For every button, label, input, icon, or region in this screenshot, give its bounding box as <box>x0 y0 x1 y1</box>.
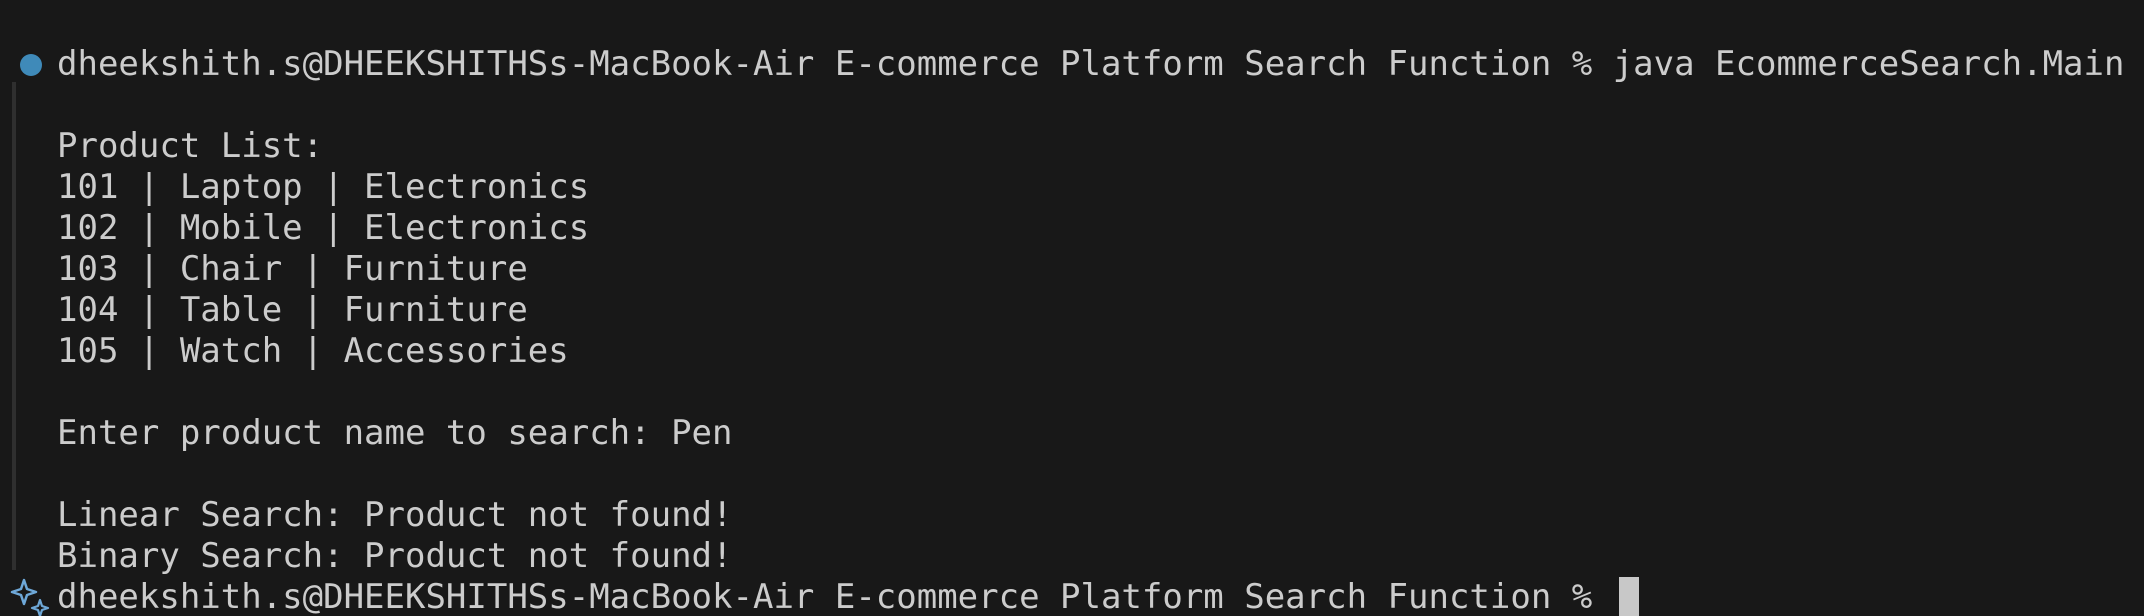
linear-search-result: Linear Search: Product not found! <box>57 495 733 535</box>
product-row: 102 | Mobile | Electronics <box>57 208 590 248</box>
command-gutter <box>12 82 16 570</box>
command-line: dheekshith.s@DHEEKSHITHSs-MacBook-Air E-… <box>57 44 2125 84</box>
binary-search-result: Binary Search: Product not found! <box>57 536 733 576</box>
product-row: 103 | Chair | Furniture <box>57 249 528 289</box>
terminal-panel[interactable]: dheekshith.s@DHEEKSHITHSs-MacBook-Air E-… <box>0 0 2144 616</box>
text-cursor[interactable] <box>1618 577 1639 616</box>
sparkle-icon[interactable] <box>8 576 52 616</box>
command-status-dot-icon[interactable] <box>20 54 42 76</box>
final-prompt-line: dheekshith.s@DHEEKSHITHSs-MacBook-Air E-… <box>57 577 1639 616</box>
search-prompt-line: Enter product name to search: Pen <box>57 413 733 453</box>
product-row: 104 | Table | Furniture <box>57 290 528 330</box>
product-row: 105 | Watch | Accessories <box>57 331 569 371</box>
product-row: 101 | Laptop | Electronics <box>57 167 590 207</box>
final-prompt-text: dheekshith.s@DHEEKSHITHSs-MacBook-Air E-… <box>57 577 1613 616</box>
product-list-header: Product List: <box>57 126 324 166</box>
